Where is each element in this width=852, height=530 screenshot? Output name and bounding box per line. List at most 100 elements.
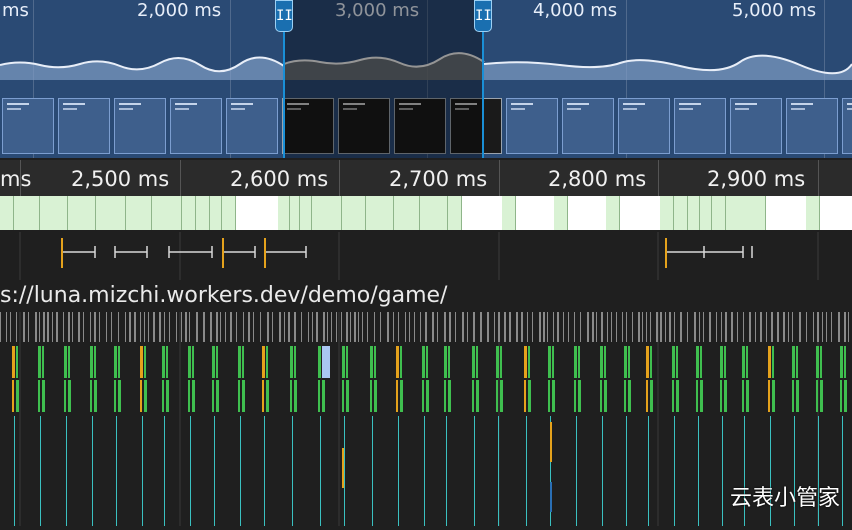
selected-task-bar[interactable]: [322, 346, 330, 378]
task-bar[interactable]: [766, 312, 767, 342]
task-bar[interactable]: [414, 312, 415, 342]
frames-track[interactable]: [0, 196, 852, 230]
task-bar[interactable]: [694, 312, 696, 342]
script-bar[interactable]: [162, 346, 165, 378]
script-bar[interactable]: [650, 346, 652, 378]
task-bar[interactable]: [10, 312, 11, 342]
script-bar[interactable]: [816, 380, 818, 412]
paint-bar[interactable]: [526, 416, 527, 526]
script-bar[interactable]: [38, 346, 41, 378]
script-bar[interactable]: [604, 380, 607, 412]
task-bar[interactable]: [699, 312, 700, 342]
script-bar[interactable]: [238, 346, 241, 378]
script-bar[interactable]: [238, 380, 240, 412]
screenshot-thumbnail[interactable]: [506, 98, 558, 154]
task-bar[interactable]: [169, 312, 170, 342]
script-bar[interactable]: [400, 380, 403, 412]
frame-bar[interactable]: [278, 196, 290, 230]
task-bar[interactable]: [118, 312, 119, 342]
task-bar[interactable]: [327, 312, 328, 342]
script-bar[interactable]: [188, 346, 191, 378]
paint-bar[interactable]: [550, 482, 552, 512]
task-bar[interactable]: [405, 312, 406, 342]
task-bar[interactable]: [350, 312, 351, 342]
task-bar[interactable]: [220, 312, 221, 342]
frame-bar[interactable]: [502, 196, 516, 230]
screenshot-thumbnail[interactable]: [562, 98, 614, 154]
script-bar[interactable]: [628, 346, 630, 378]
frame-bar[interactable]: [196, 196, 210, 230]
task-bar[interactable]: [831, 312, 832, 342]
script-bar[interactable]: [370, 346, 373, 378]
script-bar[interactable]: [42, 380, 45, 412]
script-bar[interactable]: [524, 380, 526, 412]
frame-bar[interactable]: [420, 196, 448, 230]
frame-bar[interactable]: [700, 196, 712, 230]
frame-bar[interactable]: [712, 196, 726, 230]
frame-bar[interactable]: [210, 196, 222, 230]
frame-bar[interactable]: [14, 196, 40, 230]
task-bar[interactable]: [437, 312, 438, 342]
paint-bar[interactable]: [116, 416, 117, 526]
script-bar[interactable]: [550, 422, 552, 462]
paint-bar[interactable]: [214, 416, 215, 526]
main-thread-flame-chart[interactable]: [0, 312, 852, 526]
script-bar[interactable]: [144, 346, 146, 378]
script-bar[interactable]: [94, 346, 96, 378]
frame-bar[interactable]: [394, 196, 420, 230]
task-bar[interactable]: [799, 312, 801, 342]
frame-bar[interactable]: [554, 196, 568, 230]
task-bar[interactable]: [777, 312, 779, 342]
task-bar[interactable]: [346, 312, 348, 342]
script-bar[interactable]: [500, 380, 503, 412]
task-bar[interactable]: [792, 312, 793, 342]
task-bar[interactable]: [144, 312, 145, 342]
script-bar[interactable]: [792, 346, 795, 378]
script-bar[interactable]: [772, 380, 775, 412]
task-bar[interactable]: [539, 312, 541, 342]
task-bar[interactable]: [822, 312, 823, 342]
script-bar[interactable]: [192, 346, 194, 378]
task-bar[interactable]: [425, 312, 427, 342]
paint-bar[interactable]: [626, 416, 627, 526]
script-bar[interactable]: [604, 346, 606, 378]
task-bar[interactable]: [669, 312, 671, 342]
task-bar[interactable]: [301, 312, 302, 342]
paint-bar[interactable]: [264, 416, 265, 526]
task-bar[interactable]: [449, 312, 451, 342]
paint-bar[interactable]: [292, 416, 293, 526]
task-bar[interactable]: [398, 312, 399, 342]
task-bar[interactable]: [181, 312, 182, 342]
script-bar[interactable]: [548, 380, 550, 412]
task-bar[interactable]: [243, 312, 244, 342]
script-bar[interactable]: [444, 380, 446, 412]
script-bar[interactable]: [346, 380, 349, 412]
task-bar[interactable]: [367, 312, 368, 342]
paint-bar[interactable]: [602, 416, 603, 526]
script-bar[interactable]: [12, 380, 14, 412]
script-bar[interactable]: [600, 380, 602, 412]
script-bar[interactable]: [700, 380, 703, 412]
script-bar[interactable]: [216, 380, 219, 412]
task-bar[interactable]: [473, 312, 475, 342]
frame-bar[interactable]: [68, 196, 96, 230]
script-bar[interactable]: [68, 380, 71, 412]
paint-bar[interactable]: [842, 416, 843, 526]
task-bar[interactable]: [196, 312, 198, 342]
task-bar[interactable]: [83, 312, 84, 342]
task-bar[interactable]: [420, 312, 421, 342]
task-bar[interactable]: [316, 312, 318, 342]
task-bar[interactable]: [665, 312, 666, 342]
script-bar[interactable]: [342, 380, 344, 412]
frame-bar[interactable]: [312, 196, 342, 230]
screenshot-thumbnail[interactable]: [674, 98, 726, 154]
task-bar[interactable]: [159, 312, 161, 342]
script-bar[interactable]: [746, 346, 748, 378]
task-bar[interactable]: [153, 312, 155, 342]
script-bar[interactable]: [12, 346, 15, 378]
task-bar[interactable]: [284, 312, 285, 342]
task-bar[interactable]: [90, 312, 91, 342]
script-bar[interactable]: [472, 346, 475, 378]
task-bar[interactable]: [28, 312, 29, 342]
paint-bar[interactable]: [190, 416, 191, 526]
